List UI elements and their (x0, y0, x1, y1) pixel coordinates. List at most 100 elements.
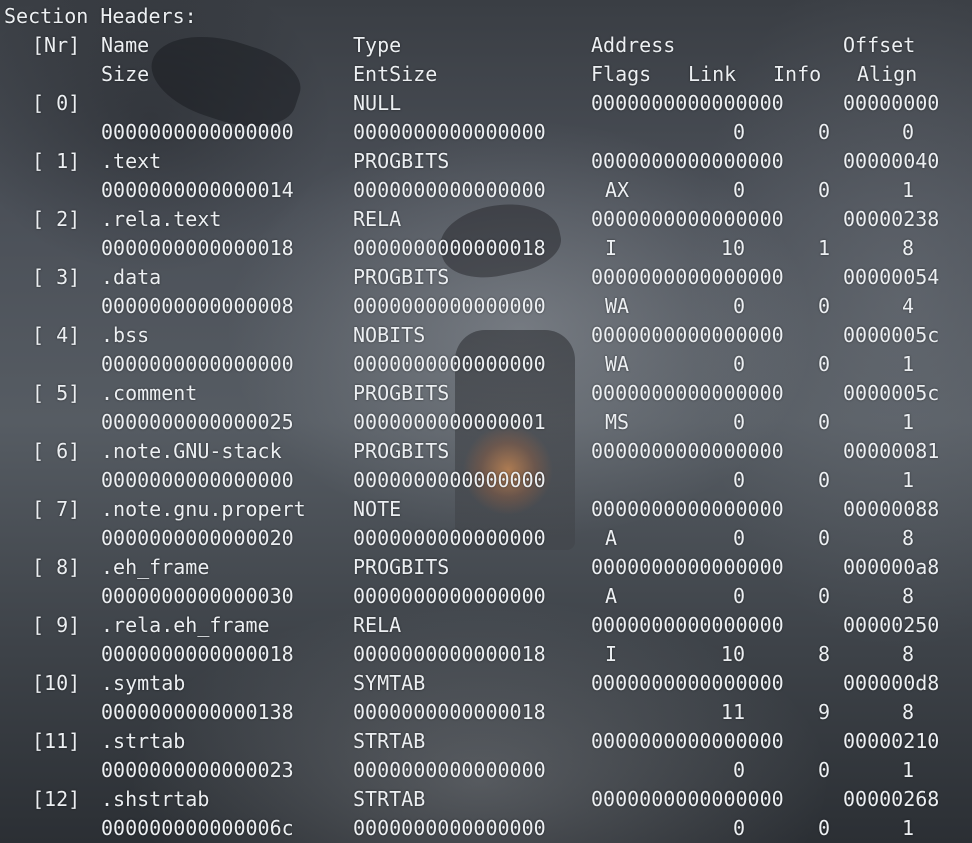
section-address: 0000000000000000 (591, 149, 784, 173)
section-type: SYMTAB (353, 671, 426, 695)
section-row-secondary: 0000000000000014 0000000000000000 AX 0 0 1 (4, 176, 972, 205)
section-align: 1 (901, 816, 914, 840)
section-size: 0000000000000138 (101, 700, 294, 724)
section-info: 0 (817, 410, 830, 434)
section-flags: MS (605, 410, 630, 434)
section-address: 0000000000000000 (591, 613, 784, 637)
section-align: 8 (901, 526, 914, 550)
section-name: .comment (101, 381, 198, 405)
section-flags: WA (605, 294, 630, 318)
section-type: NOBITS (353, 323, 426, 347)
table-header-row-1: [Nr] Name Type Address Offset (4, 31, 972, 60)
section-size: 0000000000000014 (101, 178, 294, 202)
section-nr: [ 4] (32, 323, 81, 347)
section-entsize: 0000000000000000 (353, 352, 546, 376)
section-size: 0000000000000018 (101, 236, 294, 260)
section-entsize: 0000000000000000 (353, 294, 546, 318)
section-address: 0000000000000000 (591, 671, 784, 695)
section-nr: [ 9] (32, 613, 81, 637)
section-offset: 00000268 (843, 787, 940, 811)
section-name: .data (101, 265, 162, 289)
section-nr: [11] (32, 729, 81, 753)
section-name: .bss (101, 323, 150, 347)
section-type: PROGBITS (353, 265, 450, 289)
section-align: 8 (901, 700, 914, 724)
section-nr: [ 1] (32, 149, 81, 173)
section-name: .note.GNU-stack (101, 439, 282, 463)
section-entsize: 0000000000000000 (353, 468, 546, 492)
header-info: Info (773, 62, 822, 86)
section-nr: [ 2] (32, 207, 81, 231)
section-link: 10 (720, 236, 745, 260)
section-offset: 00000054 (843, 265, 940, 289)
section-address: 0000000000000000 (591, 555, 784, 579)
section-flags: I (605, 642, 618, 666)
section-row-secondary: 0000000000000030 0000000000000000 A 0 0 8 (4, 582, 972, 611)
section-type: NOTE (353, 497, 402, 521)
section-row-secondary: 0000000000000000 0000000000000000 0 0 1 (4, 466, 972, 495)
section-offset: 00000000 (843, 91, 940, 115)
section-entsize: 0000000000000018 (353, 700, 546, 724)
section-type: NULL (353, 91, 402, 115)
section-align: 0 (901, 120, 914, 144)
section-type: PROGBITS (353, 439, 450, 463)
section-address: 0000000000000000 (591, 729, 784, 753)
section-link: 0 (732, 410, 745, 434)
section-offset: 00000250 (843, 613, 940, 637)
section-offset: 0000005c (843, 323, 940, 347)
section-size: 0000000000000023 (101, 758, 294, 782)
section-entsize: 0000000000000000 (353, 120, 546, 144)
section-name: .rela.text (101, 207, 222, 231)
section-info: 0 (817, 120, 830, 144)
section-link: 0 (732, 352, 745, 376)
section-row-secondary: 0000000000000000 0000000000000000 0 0 0 (4, 118, 972, 147)
header-align: Align (857, 62, 918, 86)
section-offset: 00000210 (843, 729, 940, 753)
section-size: 0000000000000000 (101, 120, 294, 144)
section-align: 1 (901, 468, 914, 492)
section-size: 0000000000000025 (101, 410, 294, 434)
section-address: 0000000000000000 (591, 323, 784, 347)
header-address: Address (591, 33, 676, 57)
section-row-secondary: 0000000000000020 0000000000000000 A 0 0 8 (4, 524, 972, 553)
section-link: 0 (732, 120, 745, 144)
section-info: 0 (817, 584, 830, 608)
header-type: Type (353, 33, 402, 57)
section-info: 0 (817, 526, 830, 550)
section-row-primary: [ 2] .rela.text RELA 0000000000000000 000002… (4, 205, 972, 234)
section-headers-title: Section Headers: (4, 2, 972, 31)
section-offset: 00000238 (843, 207, 940, 231)
table-header-row-2: Size EntSize Flags Link Info Align (4, 60, 972, 89)
section-entsize: 0000000000000000 (353, 584, 546, 608)
section-entsize: 0000000000000001 (353, 410, 546, 434)
section-name: .note.gnu.propert (101, 497, 306, 521)
section-flags: A (605, 584, 618, 608)
section-row-secondary: 0000000000000138 0000000000000018 11 9 8 (4, 698, 972, 727)
header-nr: [Nr] (32, 33, 81, 57)
section-size: 0000000000000018 (101, 642, 294, 666)
terminal-output[interactable]: Section Headers: [Nr] Name Type Address … (0, 0, 972, 843)
section-table-body: [ 0] NULL 0000000000000000 00000000 00000000… (4, 89, 972, 843)
section-address: 0000000000000000 (591, 439, 784, 463)
section-size: 0000000000000030 (101, 584, 294, 608)
section-row-primary: [ 0] NULL 0000000000000000 00000000 (4, 89, 972, 118)
section-offset: 0000005c (843, 381, 940, 405)
header-link: Link (688, 62, 737, 86)
section-align: 1 (901, 178, 914, 202)
header-offset: Offset (843, 33, 916, 57)
section-link: 11 (720, 700, 745, 724)
section-size: 0000000000000000 (101, 468, 294, 492)
section-nr: [ 6] (32, 439, 81, 463)
section-row-secondary: 0000000000000025 0000000000000001 MS 0 0 1 (4, 408, 972, 437)
section-link: 0 (732, 294, 745, 318)
section-row-primary: [ 7] .note.gnu.propert NOTE 000000000000000… (4, 495, 972, 524)
section-row-primary: [ 3] .data PROGBITS 0000000000000000 0000005… (4, 263, 972, 292)
section-row-secondary: 000000000000006c 0000000000000000 0 0 1 (4, 814, 972, 843)
section-type: RELA (353, 207, 402, 231)
section-nr: [12] (32, 787, 81, 811)
section-link: 0 (732, 178, 745, 202)
section-info: 0 (817, 294, 830, 318)
section-offset: 00000040 (843, 149, 940, 173)
section-offset: 000000a8 (843, 555, 940, 579)
section-nr: [ 5] (32, 381, 81, 405)
